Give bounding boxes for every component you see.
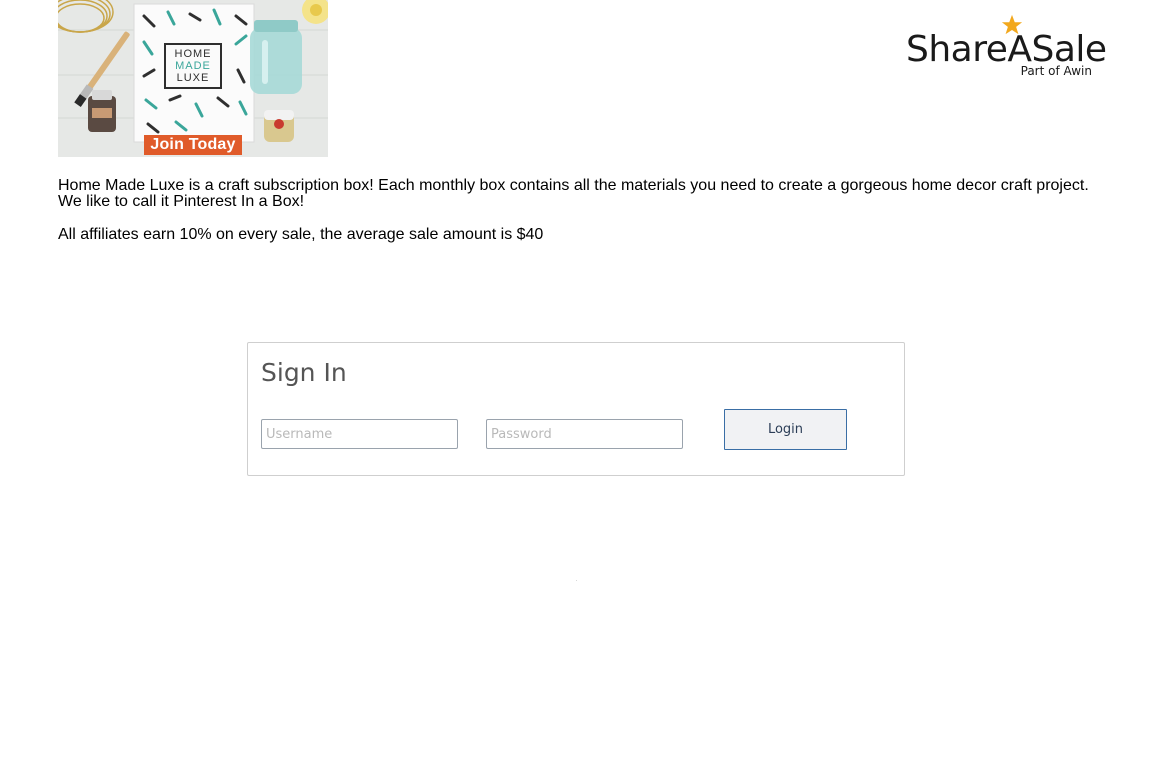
box-label-luxe: LUXE xyxy=(176,72,210,84)
sign-in-title: Sign In xyxy=(261,358,347,387)
login-button[interactable]: Login xyxy=(724,409,847,450)
commission-info: All affiliates earn 10% on every sale, t… xyxy=(58,226,544,243)
sign-in-panel: Sign In Login xyxy=(247,342,905,476)
box-label-made: MADE xyxy=(175,60,211,72)
shareasale-tagline: Part of Awin xyxy=(1020,64,1092,78)
password-input[interactable] xyxy=(486,419,683,449)
shareasale-logo: ShareASale Part of Awin xyxy=(906,14,1107,84)
stray-pixel xyxy=(576,580,577,581)
merchant-signup-page: HOME MADE LUXE Join Today ShareASale Par… xyxy=(0,0,1152,768)
username-input[interactable] xyxy=(261,419,458,449)
merchant-description: Home Made Luxe is a craft subscription b… xyxy=(58,177,1089,210)
box-label-home: HOME xyxy=(174,48,212,60)
join-today-label[interactable]: Join Today xyxy=(144,135,242,155)
home-made-luxe-box-logo: HOME MADE LUXE xyxy=(164,43,222,89)
merchant-banner-image[interactable]: HOME MADE LUXE Join Today xyxy=(58,0,328,157)
